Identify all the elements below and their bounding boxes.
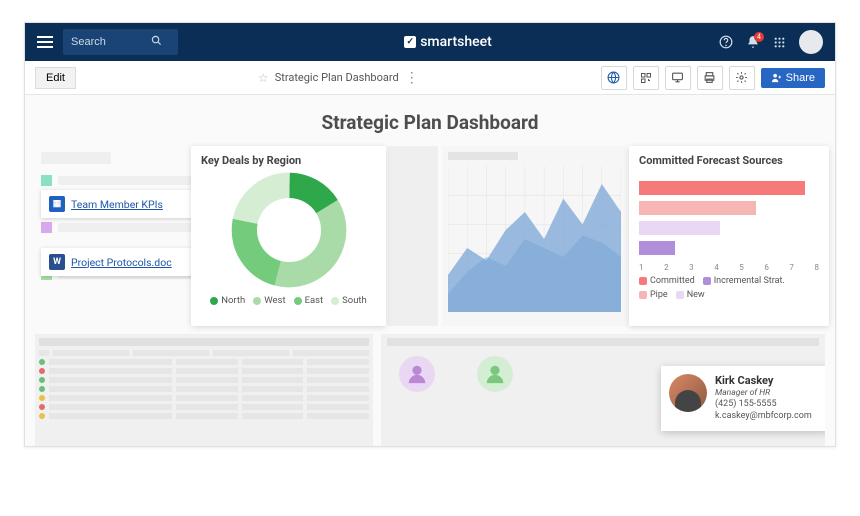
- notifications-icon[interactable]: 4: [745, 35, 760, 50]
- table-placeholder: [35, 334, 373, 446]
- present-button[interactable]: [665, 66, 691, 90]
- topbar: ✓ smartsheet 4: [25, 23, 835, 61]
- kebab-icon[interactable]: ⋮: [405, 70, 419, 86]
- link-kpis[interactable]: Team Member KPIs: [71, 198, 163, 211]
- search-icon[interactable]: [151, 35, 162, 49]
- donut-legend: North West East South: [191, 289, 386, 314]
- contact-avatar-placeholder: [399, 356, 435, 392]
- area-chart: [448, 166, 621, 312]
- placeholder-panel: [388, 146, 438, 326]
- forecast-bars: [629, 171, 829, 263]
- donut-card: Key Deals by Region Nort: [191, 146, 386, 326]
- sheet-icon: ▦: [49, 196, 65, 212]
- contact-role: Manager of HR: [715, 388, 812, 399]
- link-card-protocols[interactable]: W Project Protocols.doc: [41, 248, 196, 276]
- brand-mark-icon: ✓: [404, 36, 416, 48]
- breadcrumb-title: Strategic Plan Dashboard: [275, 71, 399, 84]
- link-protocols[interactable]: Project Protocols.doc: [71, 256, 172, 269]
- forecast-legend: Committed Incremental Strat. Pipe New: [629, 272, 829, 306]
- donut-chart: [230, 171, 348, 289]
- menu-icon[interactable]: [37, 36, 53, 48]
- share-button[interactable]: Share: [761, 68, 825, 88]
- help-icon[interactable]: [718, 35, 733, 50]
- donut-title: Key Deals by Region: [191, 146, 386, 171]
- forecast-card: Committed Forecast Sources 12345678 Comm…: [629, 146, 829, 326]
- search-field[interactable]: [63, 29, 178, 55]
- forecast-xaxis: 12345678: [629, 263, 829, 272]
- dashboard-body: Strategic Plan Dashboard ▦ Team Member K…: [25, 95, 835, 446]
- contact-avatar-placeholder: [477, 356, 513, 392]
- word-doc-icon: W: [49, 254, 65, 270]
- contact-email: k.caskey@mbfcorp.com: [715, 411, 812, 423]
- brand: ✓ smartsheet: [188, 34, 708, 50]
- automation-button[interactable]: [633, 66, 659, 90]
- star-icon[interactable]: ☆: [258, 71, 269, 85]
- contact-name: Kirk Caskey: [715, 374, 812, 388]
- search-input[interactable]: [71, 36, 151, 48]
- placeholder-bar: [448, 152, 518, 160]
- area-chart-card: [442, 146, 627, 326]
- link-card-kpis[interactable]: ▦ Team Member KPIs: [41, 190, 196, 218]
- contact-photo: [669, 374, 707, 412]
- edit-button[interactable]: Edit: [35, 67, 76, 89]
- placeholder-bar: [41, 152, 111, 164]
- contact-card[interactable]: Kirk Caskey Manager of HR (425) 155-5555…: [661, 366, 825, 431]
- contact-phone: (425) 155-5555: [715, 399, 812, 411]
- brand-text: smartsheet: [420, 34, 492, 50]
- user-avatar[interactable]: [799, 30, 823, 54]
- print-button[interactable]: [697, 66, 723, 90]
- notification-badge: 4: [754, 32, 764, 42]
- left-widget: ▦ Team Member KPIs W Project Protocols.d…: [35, 146, 199, 326]
- contacts-widget: Kirk Caskey Manager of HR (425) 155-5555…: [381, 334, 825, 446]
- settings-button[interactable]: [729, 66, 755, 90]
- publish-button[interactable]: [601, 66, 627, 90]
- apps-icon[interactable]: [772, 35, 787, 50]
- page-title: Strategic Plan Dashboard: [35, 111, 825, 134]
- forecast-title: Committed Forecast Sources: [629, 146, 829, 171]
- toolbar: Edit ☆ Strategic Plan Dashboard ⋮ Share: [25, 61, 835, 95]
